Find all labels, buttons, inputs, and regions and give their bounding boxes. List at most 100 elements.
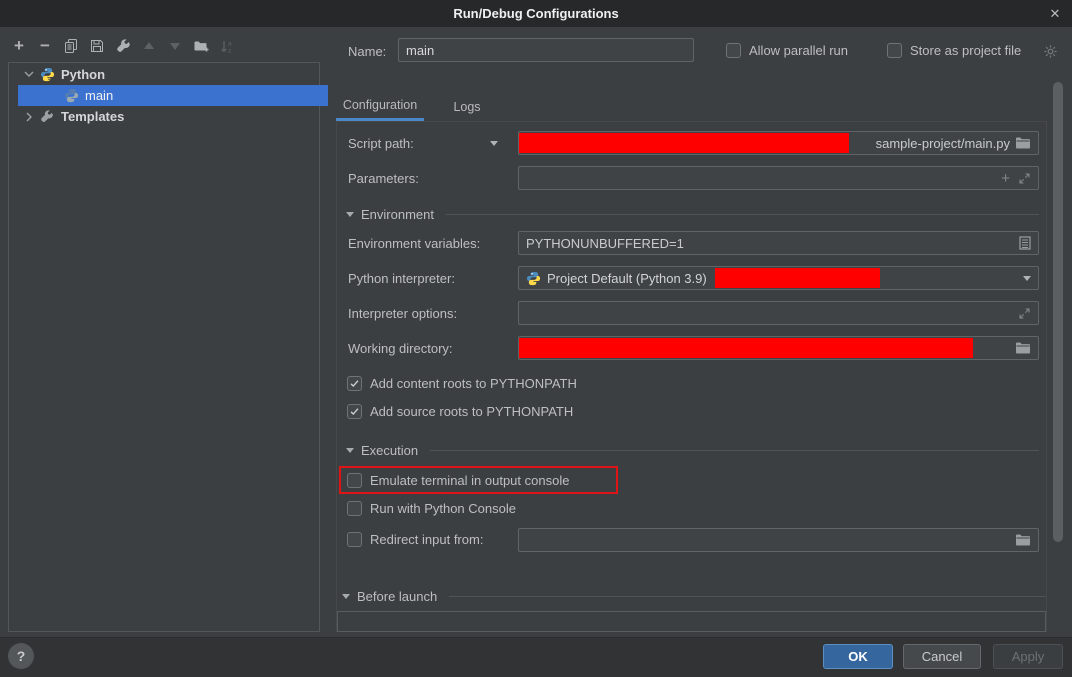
ok-button[interactable]: OK: [823, 644, 893, 669]
tree-item-label: main: [85, 88, 113, 103]
browse-variables-list-icon[interactable]: [1019, 236, 1031, 250]
before-launch-section-header[interactable]: Before launch: [342, 589, 1046, 604]
name-input[interactable]: main: [398, 38, 694, 62]
environment-variables-input[interactable]: PYTHONUNBUFFERED=1: [518, 231, 1039, 255]
section-title: Environment: [361, 207, 434, 222]
run-debug-configurations-dialog: Run/Debug Configurations ✕ + − az Python: [0, 0, 1072, 677]
redirect-input-file-input[interactable]: [518, 528, 1039, 552]
svg-text:a: a: [228, 40, 232, 47]
redaction-box-working-directory: [519, 338, 973, 358]
interpreter-options-label: Interpreter options:: [348, 306, 457, 321]
cancel-label: Cancel: [922, 649, 962, 664]
allow-parallel-run-label: Allow parallel run: [749, 43, 848, 58]
script-path-type-dropdown-icon[interactable]: [490, 141, 498, 146]
emulate-terminal-checkbox[interactable]: Emulate terminal in output console: [347, 473, 569, 488]
save-icon[interactable]: [88, 37, 106, 55]
working-directory-label: Working directory:: [348, 341, 453, 356]
collapse-triangle-icon[interactable]: [346, 212, 354, 217]
add-icon[interactable]: +: [10, 37, 28, 55]
tree-item-main[interactable]: main: [18, 85, 328, 106]
tree-item-label: Python: [61, 67, 105, 82]
edit-templates-wrench-icon[interactable]: [114, 37, 132, 55]
checkbox-icon[interactable]: [347, 501, 362, 516]
section-divider: [430, 450, 1039, 451]
tab-label: Logs: [453, 100, 480, 114]
move-down-icon[interactable]: [166, 37, 184, 55]
checkbox-icon[interactable]: [726, 43, 741, 58]
redaction-box-script-path: [519, 133, 849, 153]
help-icon: ?: [17, 648, 26, 664]
run-with-python-console-label: Run with Python Console: [370, 501, 516, 516]
copy-icon[interactable]: [62, 37, 80, 55]
dialog-title: Run/Debug Configurations: [453, 6, 618, 21]
chevron-down-icon[interactable]: [1023, 276, 1031, 281]
add-content-roots-label: Add content roots to PYTHONPATH: [370, 376, 577, 391]
checkbox-checked-icon[interactable]: [347, 404, 362, 419]
store-as-project-file-checkbox[interactable]: Store as project file: [887, 43, 1021, 58]
parameters-input[interactable]: +: [518, 166, 1039, 190]
move-up-icon[interactable]: [140, 37, 158, 55]
collapse-triangle-icon[interactable]: [346, 448, 354, 453]
checkbox-icon[interactable]: [347, 532, 362, 547]
section-title: Execution: [361, 443, 418, 458]
add-source-roots-checkbox[interactable]: Add source roots to PYTHONPATH: [347, 404, 573, 419]
script-path-value: sample-project/main.py: [876, 136, 1010, 151]
tree-item-label: Templates: [61, 109, 124, 124]
apply-button[interactable]: Apply: [993, 644, 1063, 669]
section-divider: [446, 214, 1039, 215]
title-bar: Run/Debug Configurations ✕: [0, 0, 1072, 27]
name-value: main: [406, 43, 434, 58]
gear-icon[interactable]: [1043, 44, 1058, 59]
environment-section-header[interactable]: Environment: [346, 207, 1039, 222]
add-source-roots-label: Add source roots to PYTHONPATH: [370, 404, 573, 419]
add-content-roots-checkbox[interactable]: Add content roots to PYTHONPATH: [347, 376, 577, 391]
allow-parallel-run-checkbox[interactable]: Allow parallel run: [726, 43, 848, 58]
insert-macros-plus-icon[interactable]: +: [1001, 170, 1010, 187]
python-interpreter-label: Python interpreter:: [348, 271, 455, 286]
python-icon: [64, 88, 82, 103]
collapse-triangle-icon[interactable]: [342, 594, 350, 599]
environment-variables-value: PYTHONUNBUFFERED=1: [526, 236, 684, 251]
section-divider: [449, 596, 1046, 597]
apply-label: Apply: [1012, 649, 1045, 664]
section-title: Before launch: [357, 589, 437, 604]
checkbox-icon[interactable]: [347, 473, 362, 488]
folder-icon[interactable]: [1015, 341, 1031, 355]
python-icon: [526, 271, 541, 286]
tree-item-templates[interactable]: Templates: [18, 106, 328, 127]
execution-section-header[interactable]: Execution: [346, 443, 1039, 458]
cancel-button[interactable]: Cancel: [903, 644, 981, 669]
wrench-icon: [40, 110, 58, 124]
sort-alphabetically-icon[interactable]: az: [218, 37, 236, 55]
python-icon: [40, 67, 58, 82]
tab-configuration[interactable]: Configuration: [336, 92, 424, 121]
checkbox-checked-icon[interactable]: [347, 376, 362, 391]
redirect-input-label: Redirect input from:: [370, 532, 483, 547]
close-icon[interactable]: ✕: [1046, 5, 1064, 23]
svg-text:z: z: [228, 48, 231, 54]
redaction-box-interpreter: [715, 268, 880, 288]
checkbox-icon[interactable]: [887, 43, 902, 58]
interpreter-options-input[interactable]: [518, 301, 1039, 325]
folder-icon[interactable]: [1015, 136, 1031, 150]
tree-item-python[interactable]: Python: [18, 64, 328, 85]
tab-logs[interactable]: Logs: [440, 92, 494, 121]
expand-field-icon[interactable]: [1018, 307, 1031, 320]
help-button[interactable]: ?: [8, 643, 34, 669]
parameters-label: Parameters:: [348, 171, 419, 186]
before-launch-task-list[interactable]: [337, 611, 1046, 632]
chevron-down-icon[interactable]: [18, 71, 40, 78]
name-label: Name:: [348, 44, 386, 59]
store-as-project-file-label: Store as project file: [910, 43, 1021, 58]
chevron-right-icon[interactable]: [18, 112, 40, 122]
emulate-terminal-label: Emulate terminal in output console: [370, 473, 569, 488]
folder-icon[interactable]: [1015, 533, 1031, 547]
new-folder-icon[interactable]: [192, 37, 210, 55]
remove-icon[interactable]: −: [36, 37, 54, 55]
redirect-input-checkbox[interactable]: Redirect input from:: [347, 532, 483, 547]
python-interpreter-value: Project Default (Python 3.9): [547, 271, 707, 286]
environment-variables-label: Environment variables:: [348, 236, 480, 251]
vertical-scrollbar-thumb[interactable]: [1053, 82, 1063, 542]
run-with-python-console-checkbox[interactable]: Run with Python Console: [347, 501, 516, 516]
expand-field-icon[interactable]: [1018, 172, 1031, 185]
